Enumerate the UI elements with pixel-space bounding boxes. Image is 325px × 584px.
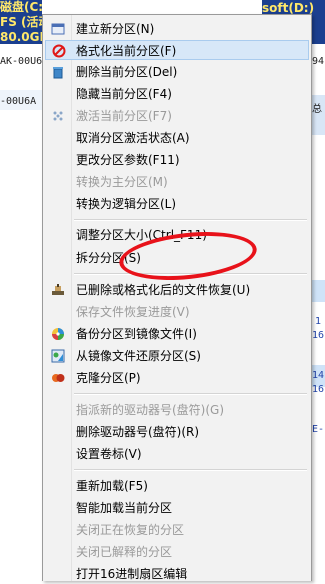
right-fragment: 94 [312, 56, 325, 67]
menu-item-format-partition[interactable]: 格式化当前分区(F) [45, 40, 309, 60]
menu-item-label: 删除驱动器号(盘符)(R) [76, 425, 200, 439]
menu-item-remove-drive-letter[interactable]: 删除驱动器号(盘符)(R) [45, 422, 309, 442]
right-fragment: 总 [312, 104, 322, 115]
menu-item-label: 关闭已解释的分区 [76, 545, 173, 559]
disk-c-fs: FS (活动 [0, 15, 42, 29]
right-fragment: 1 [315, 316, 322, 327]
menu-item-label: 激活当前分区(F7) [76, 109, 172, 123]
menu-item-new-partition[interactable]: 建立新分区(N) [45, 19, 309, 39]
menu-item-label: 隐藏当前分区(F4) [76, 87, 172, 101]
menu-item-label: 建立新分区(N) [76, 22, 155, 36]
partition-context-menu: 建立新分区(N) 格式化当前分区(F) 删除当前分区(Del) 隐藏当前分区(F… [42, 14, 312, 581]
menu-item-backup-image[interactable]: 备份分区到镜像文件(I) [45, 324, 309, 344]
menu-item-label: 打开16进制扇区编辑 [76, 567, 188, 581]
menu-item-hex-editor[interactable]: 打开16进制扇区编辑 [45, 564, 309, 584]
right-fragment: 16 [312, 330, 325, 341]
disk-model-text-2: -00U6A [0, 96, 37, 107]
recover-files-icon [52, 284, 64, 295]
menu-item-label: 保存文件恢复进度(V) [76, 305, 190, 319]
menu-separator [74, 469, 307, 471]
menu-item-label: 智能加载当前分区 [76, 501, 173, 515]
menu-separator [74, 219, 307, 221]
right-row-band [310, 280, 325, 302]
menu-item-label: 重新加载(F5) [76, 479, 148, 493]
menu-item-change-params[interactable]: 更改分区参数(F11) [45, 150, 309, 170]
menu-item-label: 删除当前分区(Del) [76, 65, 178, 79]
menu-item-hide-partition[interactable]: 隐藏当前分区(F4) [45, 84, 309, 104]
new-partition-icon [51, 23, 65, 35]
menu-item-label: 更改分区参数(F11) [76, 153, 180, 167]
menu-item-label: 已删除或格式化后的文件恢复(U) [76, 283, 251, 297]
menu-item-close-interpreted[interactable]: 关闭已解释的分区 [45, 542, 309, 562]
right-fragment: 16 [312, 384, 325, 395]
disk-c-label: 磁盘(C:) [0, 0, 42, 14]
menu-item-close-recovering[interactable]: 关闭正在恢复的分区 [45, 520, 309, 540]
menu-item-label: 克隆分区(P) [76, 371, 141, 385]
menu-item-file-recovery[interactable]: 已删除或格式化后的文件恢复(U) [45, 280, 309, 300]
menu-item-delete-partition[interactable]: 删除当前分区(Del) [45, 62, 309, 82]
menu-item-assign-drive-letter[interactable]: 指派新的驱动器号(盘符)(G) [45, 400, 309, 420]
menu-item-label: 格式化当前分区(F) [76, 44, 177, 58]
menu-item-activate-partition[interactable]: 激活当前分区(F7) [45, 106, 309, 126]
menu-item-label: 关闭正在恢复的分区 [76, 523, 185, 537]
format-forbidden-icon [52, 44, 66, 58]
menu-item-label: 指派新的驱动器号(盘符)(G) [76, 403, 225, 417]
activate-icon [53, 111, 63, 121]
menu-item-deactivate[interactable]: 取消分区激活状态(A) [45, 128, 309, 148]
menu-item-reload[interactable]: 重新加载(F5) [45, 476, 309, 496]
right-fragment: 14 [312, 370, 325, 381]
menu-item-to-logical[interactable]: 转换为逻辑分区(L) [45, 194, 309, 214]
restore-image-icon [51, 349, 65, 363]
menu-item-save-progress[interactable]: 保存文件恢复进度(V) [45, 302, 309, 322]
menu-separator [74, 393, 307, 395]
menu-item-to-primary[interactable]: 转换为主分区(M) [45, 172, 309, 192]
right-fragment: E- [312, 424, 325, 435]
menu-item-clone-partition[interactable]: 克隆分区(P) [45, 368, 309, 388]
disk-c-size: 80.0GB [0, 30, 42, 44]
menu-item-label: 从镜像文件还原分区(S) [76, 349, 201, 363]
disk-model-text: AK-00U6 [0, 56, 43, 67]
menu-item-set-volume-label[interactable]: 设置卷标(V) [45, 444, 309, 464]
menu-item-smart-load[interactable]: 智能加载当前分区 [45, 498, 309, 518]
disk-c-header: 磁盘(C:) FS (活动 80.0GB [0, 0, 42, 44]
backup-image-icon [52, 328, 64, 340]
menu-item-label: 转换为主分区(M) [76, 175, 168, 189]
menu-item-label: 备份分区到镜像文件(I) [76, 327, 197, 341]
menu-item-label: 设置卷标(V) [76, 447, 142, 461]
clone-icon [52, 374, 65, 382]
menu-item-label: 取消分区激活状态(A) [76, 131, 190, 145]
menu-item-label: 转换为逻辑分区(L) [76, 197, 177, 211]
trash-icon [53, 67, 63, 79]
menu-item-restore-image[interactable]: 从镜像文件还原分区(S) [45, 346, 309, 366]
